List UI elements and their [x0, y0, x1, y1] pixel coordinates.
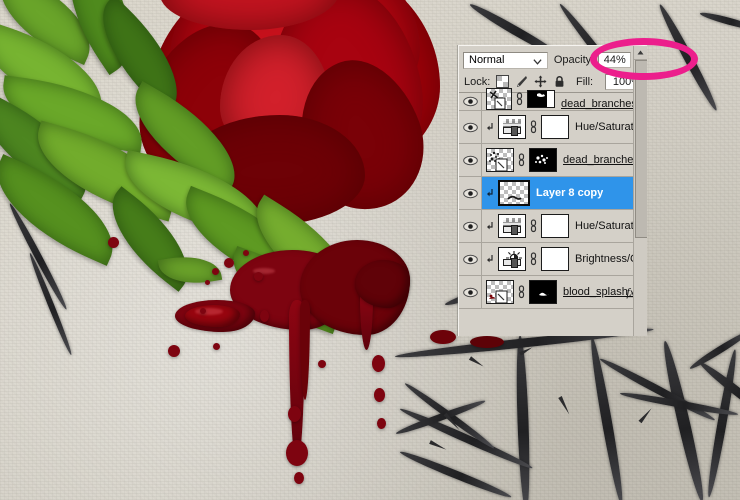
table-row[interactable]: Brightness/Co... [459, 243, 647, 276]
eye-icon [462, 254, 478, 264]
lock-label: Lock: [464, 75, 491, 88]
layer-mask-link-icon[interactable] [515, 88, 524, 110]
thumbnail-content [507, 195, 522, 200]
fill-label: Fill: [576, 75, 594, 88]
chain-link-icon [530, 219, 537, 233]
chain-link-icon [518, 153, 525, 167]
scroll-up-button[interactable] [634, 46, 647, 60]
layer-visibility-toggle[interactable] [459, 144, 482, 176]
adjustment-layer-thumbnail[interactable] [498, 247, 526, 271]
layer-visibility-toggle[interactable] [459, 276, 482, 308]
layer-mask-thumbnail[interactable] [541, 214, 569, 238]
clipping-arrow-icon [487, 188, 493, 196]
thumbnail-content [489, 151, 508, 171]
layers-scrollbar[interactable] [633, 46, 647, 336]
table-row[interactable]: dead_branches_st... [459, 88, 647, 111]
eye-icon [462, 155, 478, 165]
layer-thumbnail[interactable] [486, 280, 514, 304]
layer-list: dead_branches_st... [459, 88, 647, 309]
lock-all-icon[interactable] [553, 75, 566, 88]
opacity-input[interactable]: 44% [598, 52, 632, 68]
clipping-arrow-icon [487, 221, 493, 229]
layers-panel[interactable]: Normal Opacity: 44% Lock: Fill: 100% dea… [458, 45, 647, 336]
mask-content [530, 281, 556, 303]
thumbnail-content [489, 90, 506, 109]
clipping-arrow-icon [487, 122, 493, 130]
clipping-mask-icon [486, 254, 495, 265]
lock-image-pixels-icon[interactable] [515, 75, 528, 88]
chain-link-icon [516, 92, 523, 106]
lock-position-icon[interactable] [534, 75, 547, 88]
blend-opacity-row: Normal Opacity: 44% [459, 46, 647, 71]
table-row[interactable]: Hue/Saturatio... [459, 210, 647, 243]
layer-mask-link-icon[interactable] [517, 149, 526, 171]
layer-visibility-toggle[interactable] [459, 111, 482, 143]
scrollbar-thumb[interactable] [635, 60, 647, 238]
adjustment-layer-thumbnail[interactable] [498, 214, 526, 238]
table-row[interactable]: dead_branches_st... [459, 144, 647, 177]
eye-icon [462, 188, 478, 198]
chevron-down-icon [533, 58, 542, 65]
layer-mask-thumbnail[interactable] [541, 115, 569, 139]
clipping-mask-icon [486, 221, 495, 232]
chain-link-icon [530, 252, 537, 266]
adjustment-layer-thumbnail[interactable] [498, 115, 526, 139]
mask-content [528, 91, 554, 107]
table-row[interactable]: Layer 8 copy [459, 177, 647, 210]
layer-mask-link-icon[interactable] [529, 116, 538, 138]
opacity-value: 44% [603, 54, 626, 66]
layer-mask-link-icon[interactable] [529, 215, 538, 237]
thumbnail-content [489, 290, 508, 303]
eye-icon [462, 221, 478, 231]
chain-link-icon [530, 120, 537, 134]
layer-visibility-toggle[interactable] [459, 93, 482, 110]
blend-mode-value: Normal [469, 54, 505, 66]
layer-visibility-toggle[interactable] [459, 177, 482, 209]
layer-mask-thumbnail[interactable] [529, 280, 557, 304]
opacity-label: Opacity: [553, 54, 595, 66]
clipping-arrow-icon [487, 254, 493, 262]
layer-thumbnail[interactable] [486, 148, 514, 172]
layer-thumbnail[interactable] [486, 88, 512, 110]
layer-thumbnail[interactable] [498, 180, 530, 206]
table-row[interactable]: blood_splash_... fx [459, 276, 647, 309]
layer-mask-thumbnail[interactable] [541, 247, 569, 271]
layer-name[interactable]: Layer 8 copy [536, 187, 603, 199]
blend-mode-select[interactable]: Normal [463, 51, 548, 69]
clipping-mask-icon [486, 188, 495, 199]
table-row[interactable]: Hue/Saturatio... [459, 111, 647, 144]
screenshot-root: Normal Opacity: 44% Lock: Fill: 100% dea… [0, 0, 740, 500]
chain-link-icon [518, 285, 525, 299]
eye-icon [462, 287, 478, 297]
layer-mask-link-icon[interactable] [529, 248, 538, 270]
layer-mask-thumbnail[interactable] [527, 90, 555, 108]
eye-icon [462, 96, 478, 107]
lock-transparent-pixels-icon[interactable] [496, 75, 510, 88]
scroll-up-arrow-icon [637, 50, 644, 55]
clipping-mask-icon [486, 122, 495, 133]
eye-icon [462, 122, 478, 132]
layer-mask-thumbnail[interactable] [529, 148, 557, 172]
mask-content [530, 149, 556, 171]
layer-visibility-toggle[interactable] [459, 243, 482, 275]
layer-visibility-toggle[interactable] [459, 210, 482, 242]
layer-mask-link-icon[interactable] [517, 281, 526, 303]
